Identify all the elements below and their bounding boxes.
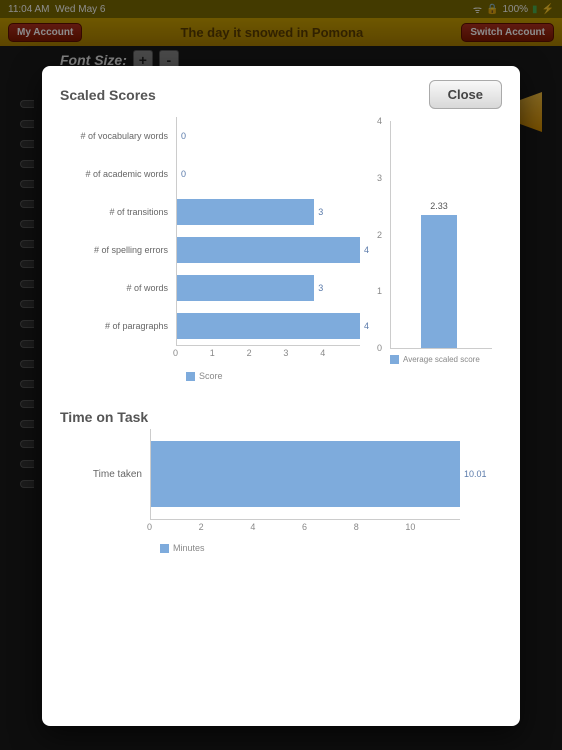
time-chart: Time taken10.010246810Minutes [60,429,460,553]
bar-value: 4 [364,321,369,331]
score-bar-row: # of paragraphs4 [60,307,360,345]
close-button[interactable]: Close [429,80,502,109]
score-bar-row: # of vocabulary words 0 [60,117,360,155]
avg-bar: 2.33 [421,215,457,348]
average-score-chart: 012342.33 Average scaled score [372,121,492,381]
bar-track: 4 [176,231,360,269]
legend-swatch [160,544,169,553]
bar-fill [177,313,360,339]
x-tick: 2 [250,346,287,371]
bar-label: # of academic words [60,169,176,179]
bar-value: 0 [181,169,186,179]
y-tick: 1 [377,286,382,296]
bar-value: 0 [181,131,186,141]
x-axis: 01234 [176,345,360,371]
avg-bar-value: 2.33 [421,201,457,211]
x-tick: 4 [323,346,360,371]
time-bar-row: Time taken10.01 [60,429,460,519]
score-legend: Score [186,371,360,381]
scaled-scores-chart: # of vocabulary words0# of academic word… [60,117,360,381]
time-tick: 8 [357,520,409,543]
score-bar-row: # of words 3 [60,269,360,307]
y-tick: 2 [377,230,382,240]
bar-label: # of spelling errors [60,245,176,255]
bar-track: 4 [176,307,360,345]
scores-modal: Scaled Scores Close # of vocabulary word… [42,66,520,726]
bar-fill [177,199,314,225]
bar-value: 3 [318,207,323,217]
bar-value: 4 [364,245,369,255]
time-fill [151,441,460,507]
bar-fill [177,237,360,263]
x-tick: 3 [286,346,323,371]
bar-track: 0 [176,155,360,193]
avg-legend-label: Average scaled score [403,355,480,364]
time-section: Time on Task Time taken10.010246810Minut… [60,409,502,553]
y-tick: 0 [377,343,382,353]
time-tick: 6 [305,520,357,543]
bar-value: 3 [318,283,323,293]
score-bar-row: # of academic words 0 [60,155,360,193]
bar-label: # of paragraphs [60,321,176,331]
y-tick: 3 [377,173,382,183]
time-tick: 4 [253,520,305,543]
score-bar-row: # of transitions 3 [60,193,360,231]
bar-track: 0 [176,117,360,155]
score-bar-row: # of spelling errors4 [60,231,360,269]
time-tick: 10 [408,520,460,543]
time-label: Time taken [60,469,150,480]
time-legend: Minutes [160,543,460,553]
bar-track: 3 [176,193,360,231]
x-tick: 0 [176,346,213,371]
time-x-axis: 0246810 [150,519,460,543]
scores-chart-row: # of vocabulary words0# of academic word… [60,117,502,381]
avg-legend: Average scaled score [390,355,492,364]
time-track: 10.01 [150,429,460,519]
time-legend-label: Minutes [173,543,205,553]
y-tick: 4 [377,116,382,126]
time-tick: 0 [150,520,202,543]
time-on-task-title: Time on Task [60,409,502,425]
bar-label: # of vocabulary words [60,131,176,141]
legend-swatch [186,372,195,381]
bar-track: 3 [176,269,360,307]
x-tick: 1 [213,346,250,371]
bar-label: # of transitions [60,207,176,217]
bar-fill [177,275,314,301]
bar-label: # of words [60,283,176,293]
legend-swatch [390,355,399,364]
scaled-scores-title: Scaled Scores [60,87,156,103]
score-legend-label: Score [199,371,223,381]
time-value: 10.01 [464,469,487,479]
time-tick: 2 [202,520,254,543]
